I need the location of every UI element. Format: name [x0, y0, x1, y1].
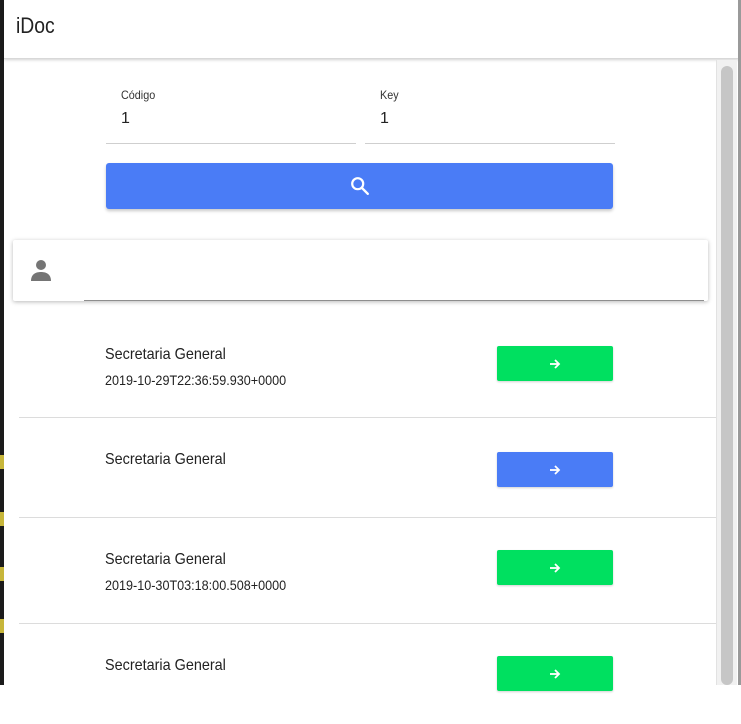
open-document-button[interactable] [497, 550, 613, 585]
list-item: Secretaria General [19, 624, 716, 724]
open-document-button[interactable] [497, 346, 613, 381]
search-icon [350, 177, 369, 195]
user-card [13, 240, 708, 301]
list-item: Secretaria General [19, 418, 716, 518]
arrow-right-icon [550, 668, 561, 679]
document-name: Secretaria General [105, 551, 226, 568]
open-document-button[interactable] [497, 452, 613, 487]
user-input[interactable] [84, 252, 704, 301]
codigo-field: Código [106, 80, 356, 144]
arrow-right-icon [550, 464, 561, 475]
scrollbar[interactable] [716, 60, 737, 685]
arrow-right-icon [550, 562, 561, 573]
document-date: 2019-10-29T22:36:59.930+0000 [105, 372, 287, 388]
edge-marker [0, 619, 4, 633]
open-document-button[interactable] [497, 656, 613, 691]
scrollbar-thumb[interactable] [721, 66, 733, 685]
app-header: iDoc [4, 0, 739, 59]
key-field: Key [365, 80, 615, 144]
app-title: iDoc [16, 13, 55, 38]
codigo-label: Código [121, 88, 156, 102]
document-name: Secretaria General [105, 451, 226, 468]
key-label: Key [380, 88, 399, 102]
codigo-input[interactable] [121, 110, 341, 128]
document-name: Secretaria General [105, 657, 226, 674]
list-item: Secretaria General 2019-10-30T03:18:00.5… [19, 518, 716, 624]
list-item: Secretaria General 2019-10-29T22:36:59.9… [19, 315, 716, 418]
search-button[interactable] [106, 163, 613, 209]
key-input[interactable] [380, 110, 600, 128]
edge-marker [0, 512, 4, 526]
document-date: 2019-10-30T03:18:00.508+0000 [105, 577, 287, 593]
document-name: Secretaria General [105, 346, 226, 363]
person-icon [31, 260, 51, 281]
window-left-edge [0, 0, 4, 685]
arrow-right-icon [550, 358, 561, 369]
edge-marker [0, 455, 4, 469]
edge-marker [0, 567, 4, 581]
